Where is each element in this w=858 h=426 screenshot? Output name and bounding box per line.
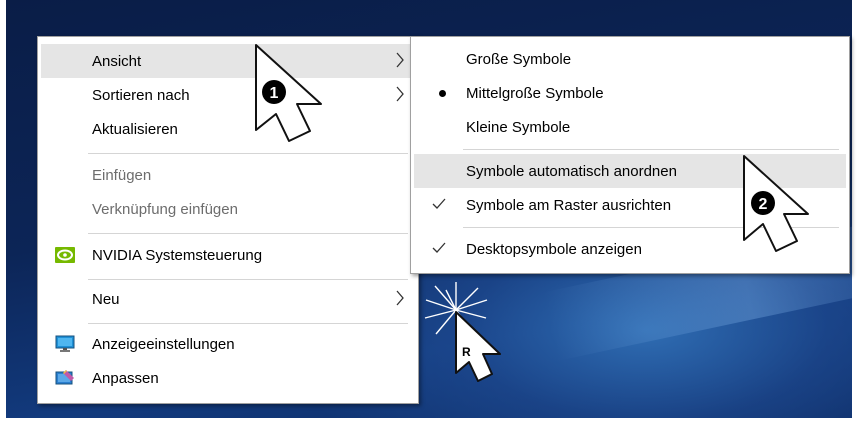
step-2-marker: 2 xyxy=(751,191,775,215)
step-1-marker: 1 xyxy=(262,80,286,104)
annotation-overlay: 1 2 xyxy=(255,44,809,382)
svg-text:1: 1 xyxy=(270,85,279,102)
right-click-label: R xyxy=(462,345,471,359)
svg-text:2: 2 xyxy=(759,196,768,213)
